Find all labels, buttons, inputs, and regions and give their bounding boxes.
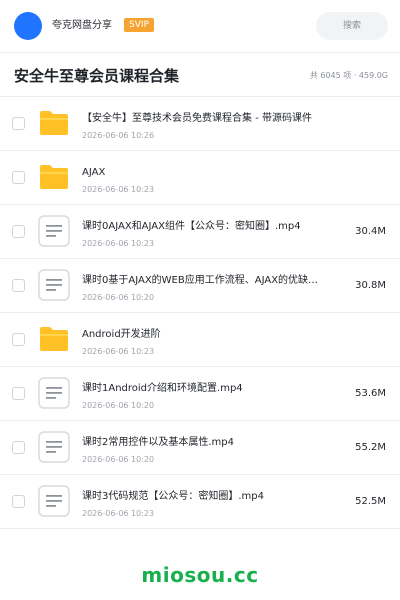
- file-row[interactable]: 课时0AJAX和AJAX组件【公众号：密知圈】.mp4 2026-06-06 1…: [0, 205, 400, 259]
- folder-header: 安全牛至尊会员课程合集 共 6045 项 · 459.0G: [0, 53, 400, 97]
- file-date: 2026-06-06 10:20: [82, 401, 155, 410]
- file-row[interactable]: 2026-06-06 10:26 【安全牛】至尊技术会员免费课程合集 - 带源码…: [0, 97, 400, 151]
- row-checkbox[interactable]: [12, 333, 25, 346]
- avatar[interactable]: [14, 12, 42, 40]
- svip-badge: SVIP: [124, 18, 154, 32]
- file-name: 课时1Android介绍和环境配置.mp4: [82, 383, 243, 394]
- file-size: 52.5M: [355, 496, 386, 507]
- file-name: 课时0基于AJAX的WEB应用工作流程、AJAX的优缺点.mp4: [82, 275, 322, 286]
- share-user-name: 夸克网盘分享: [52, 20, 112, 31]
- folder-icon: [38, 323, 70, 355]
- file-date: 2026-06-06 10:20: [82, 455, 155, 464]
- top-bar: 夸克网盘分享 SVIP 搜索: [0, 0, 400, 52]
- file-size: 30.4M: [355, 226, 386, 237]
- folder-summary: 共 6045 项 · 459.0G: [309, 71, 388, 80]
- search-button[interactable]: 搜索: [316, 12, 388, 40]
- row-checkbox[interactable]: [12, 495, 25, 508]
- folder-icon: [38, 161, 70, 193]
- row-checkbox[interactable]: [12, 387, 25, 400]
- file-name: 【安全牛】至尊技术会员免费课程合集 - 带源码课件: [82, 113, 312, 124]
- file-size: 30.8M: [355, 280, 386, 291]
- file-name: 课时2常用控件以及基本属性.mp4: [82, 437, 234, 448]
- file-row[interactable]: 课时1Android介绍和环境配置.mp4 2026-06-06 10:20 5…: [0, 367, 400, 421]
- file-row[interactable]: Android开发进阶 2026-06-06 10:23: [0, 313, 400, 367]
- file-list: 2026-06-06 10:26 【安全牛】至尊技术会员免费课程合集 - 带源码…: [0, 97, 400, 529]
- file-date: 2026-06-06 10:23: [82, 185, 155, 194]
- folder-icon: [38, 107, 70, 139]
- row-checkbox[interactable]: [12, 171, 25, 184]
- file-size: 55.2M: [355, 442, 386, 453]
- row-checkbox[interactable]: [12, 225, 25, 238]
- file-row[interactable]: AJAX 2026-06-06 10:23: [0, 151, 400, 205]
- file-date: 2026-06-06 10:20: [82, 293, 155, 302]
- document-lines-icon: [38, 269, 70, 301]
- document-lines-icon: [38, 377, 70, 409]
- file-name: 课时0AJAX和AJAX组件【公众号：密知圈】.mp4: [82, 221, 301, 232]
- file-row[interactable]: 课时0基于AJAX的WEB应用工作流程、AJAX的优缺点.mp4 2026-06…: [0, 259, 400, 313]
- file-name: Android开发进阶: [82, 329, 161, 340]
- site-watermark: miosou.cc: [141, 563, 259, 587]
- row-checkbox[interactable]: [12, 279, 25, 292]
- document-lines-icon: [38, 485, 70, 517]
- row-checkbox[interactable]: [12, 117, 25, 130]
- folder-title: 安全牛至尊会员课程合集: [14, 67, 180, 85]
- file-date: 2026-06-06 10:23: [82, 509, 155, 518]
- file-date: 2026-06-06 10:26: [82, 131, 155, 140]
- file-date: 2026-06-06 10:23: [82, 347, 155, 356]
- file-row[interactable]: 课时2常用控件以及基本属性.mp4 2026-06-06 10:20 55.2M: [0, 421, 400, 475]
- file-name: AJAX: [82, 167, 106, 178]
- document-lines-icon: [38, 431, 70, 463]
- file-name: 课时3代码规范【公众号：密知圈】.mp4: [82, 491, 264, 502]
- row-checkbox[interactable]: [12, 441, 25, 454]
- document-lines-icon: [38, 215, 70, 247]
- file-row[interactable]: 课时3代码规范【公众号：密知圈】.mp4 2026-06-06 10:23 52…: [0, 475, 400, 529]
- file-size: 53.6M: [355, 388, 386, 399]
- file-date: 2026-06-06 10:23: [82, 239, 155, 248]
